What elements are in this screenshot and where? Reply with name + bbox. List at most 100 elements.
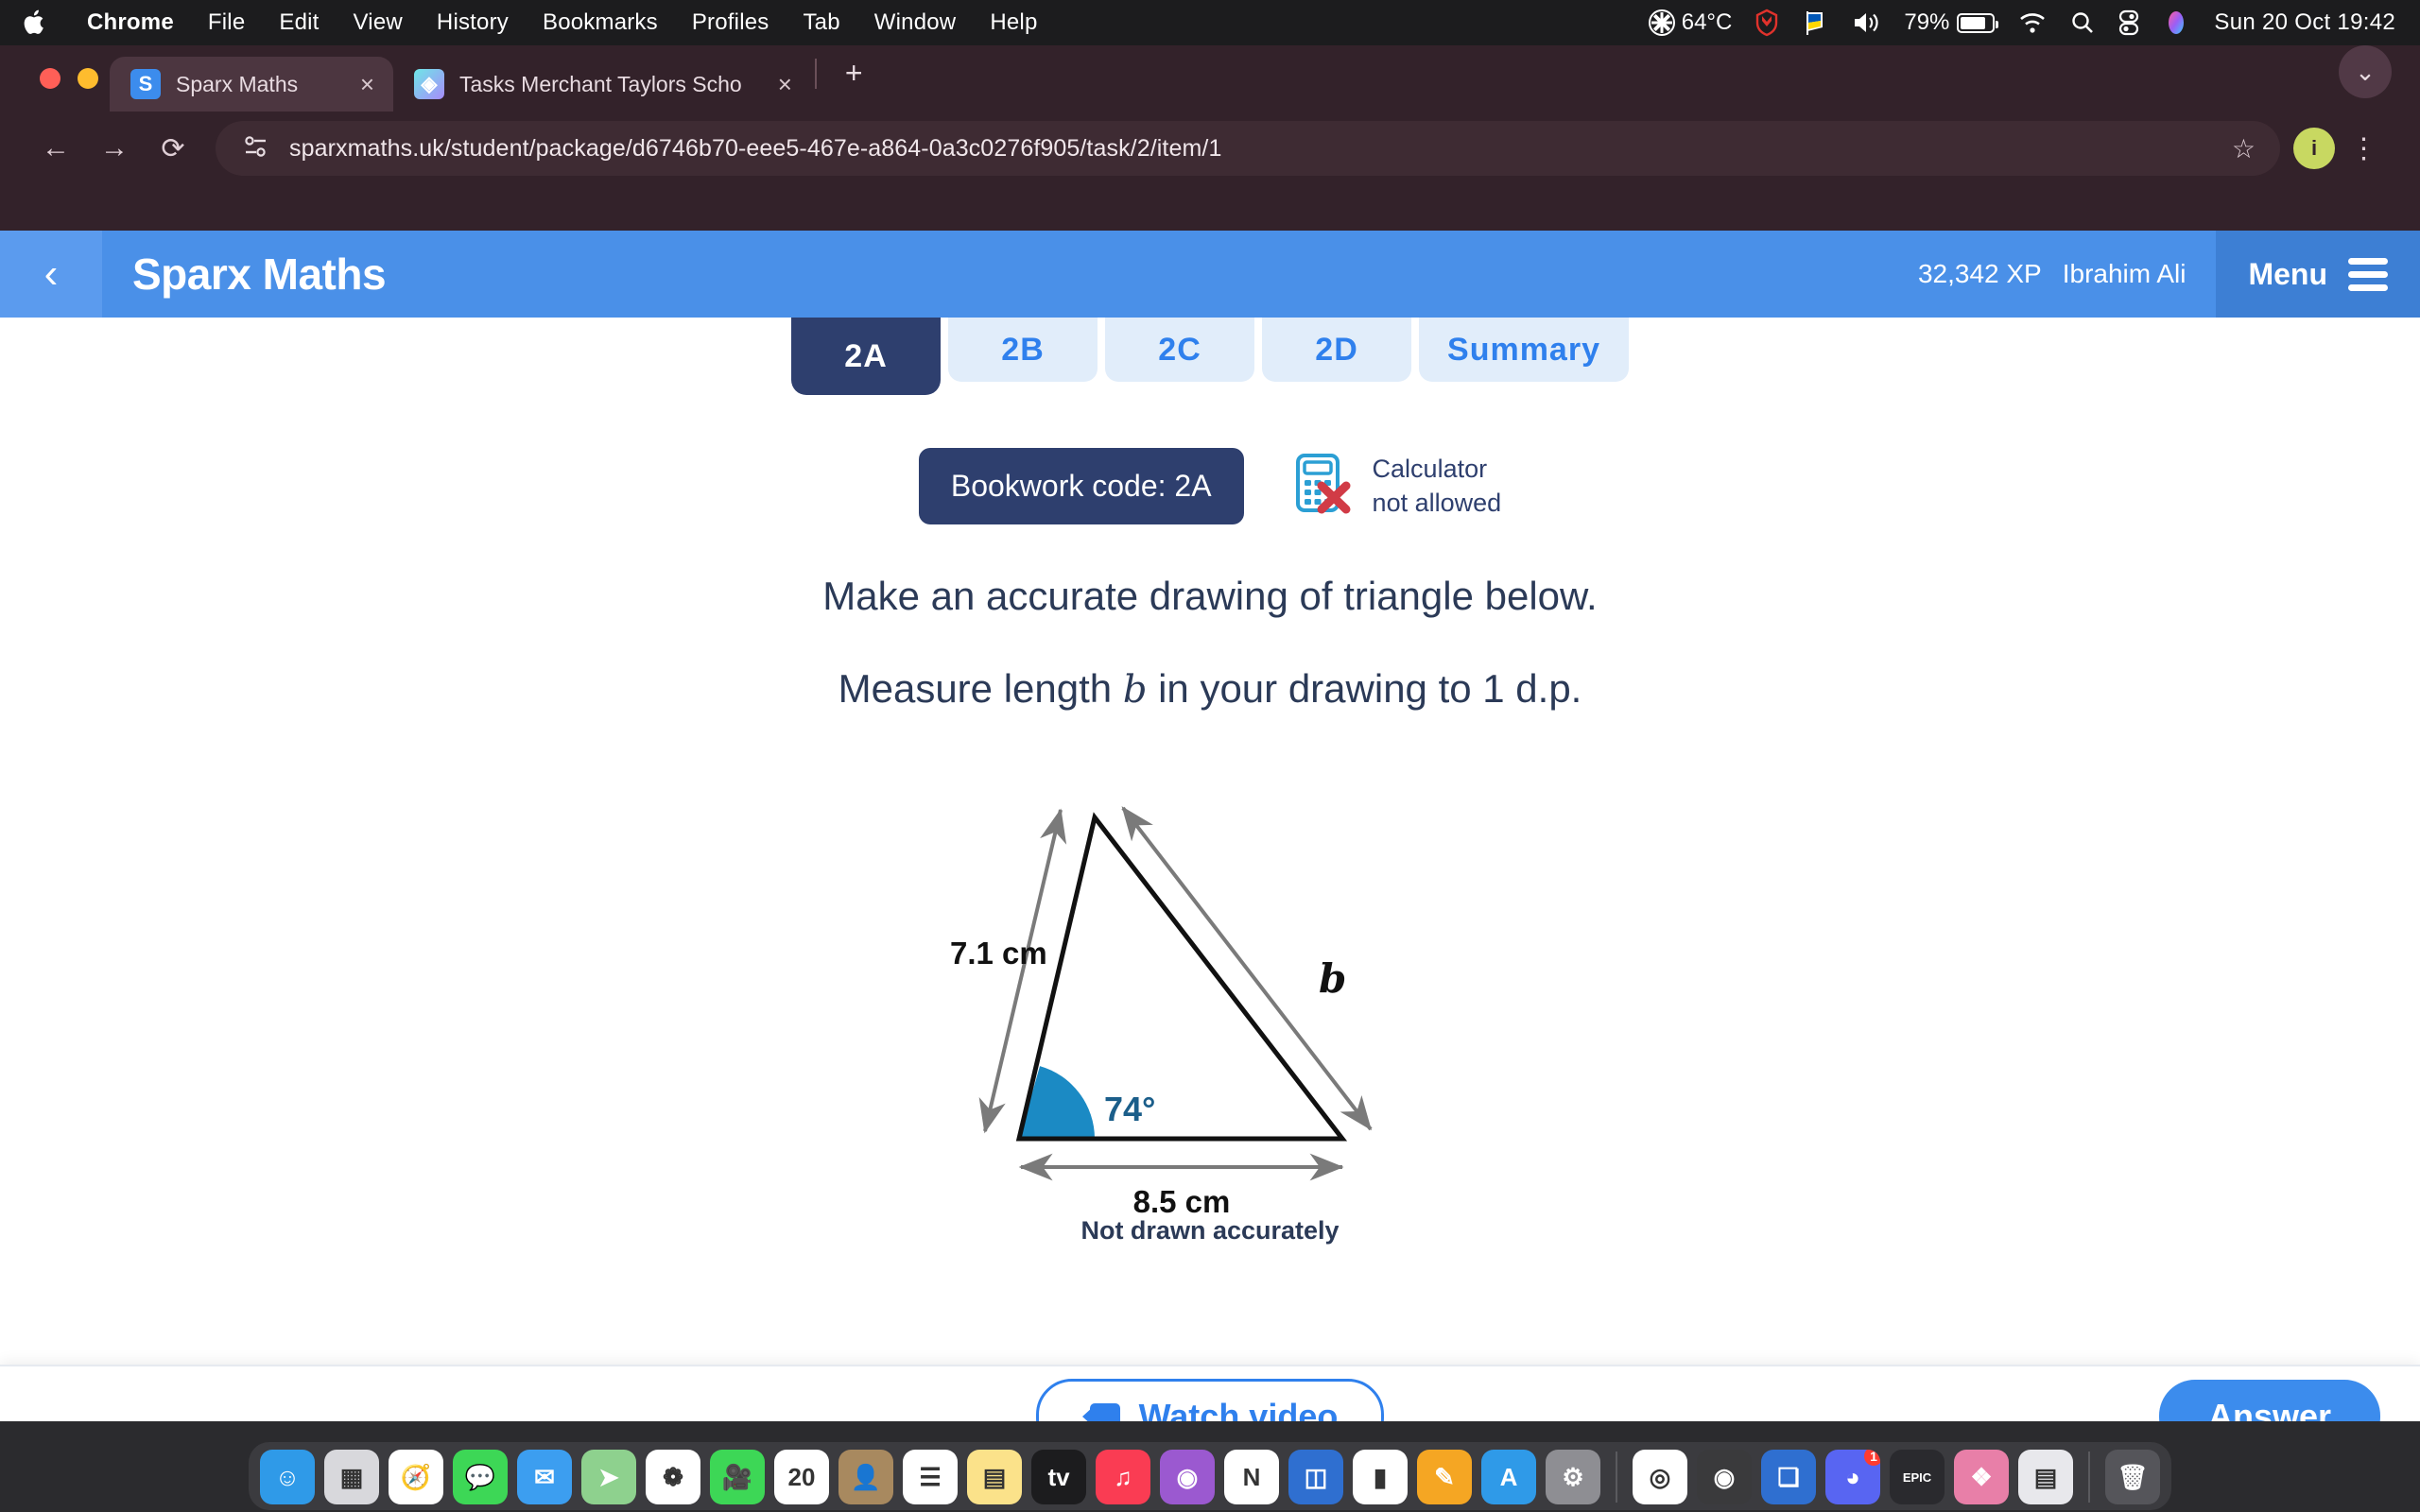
page-settings-icon[interactable] [240, 132, 272, 165]
menu-item-chrome[interactable]: Chrome [70, 9, 191, 36]
menu-item-help[interactable]: Help [973, 9, 1054, 36]
dock-badge: 1 [1864, 1450, 1880, 1466]
menu-item-file[interactable]: File [191, 9, 262, 36]
right-side-label: b [1319, 955, 1346, 1002]
close-tab-icon[interactable]: × [757, 70, 792, 99]
dock-item-chrome[interactable]: ◎ [1633, 1450, 1687, 1504]
wifi-icon[interactable] [2006, 10, 2059, 35]
menu-button[interactable]: Menu [2216, 231, 2420, 318]
address-bar[interactable]: sparxmaths.uk/student/package/d6746b70-e… [216, 121, 2280, 176]
dock-item-calendar[interactable]: 20 [774, 1450, 829, 1504]
menu-item-bookmarks[interactable]: Bookmarks [526, 9, 675, 36]
dock-item-documents[interactable]: ▤ [2018, 1450, 2073, 1504]
bookmark-star-icon[interactable]: ☆ [2232, 133, 2256, 164]
dock-item-epic-games[interactable]: EPIC [1890, 1450, 1945, 1504]
chevron-down-icon[interactable]: ⌄ [2339, 45, 2392, 98]
macos-menu-bar: Chrome File Edit View History Bookmarks … [0, 0, 2420, 45]
browser-tab-tasks-merchant-taylors[interactable]: ◈ Tasks Merchant Taylors Scho × [393, 57, 811, 112]
dock-item-camera[interactable]: ◉ [1697, 1450, 1752, 1504]
angle-label: 74° [1104, 1090, 1155, 1128]
menu-item-window[interactable]: Window [857, 9, 974, 36]
dock-item-safari[interactable]: 🧭 [389, 1450, 443, 1504]
dock-item-podcasts[interactable]: ◉ [1160, 1450, 1215, 1504]
calculator-line-2: not allowed [1372, 488, 1502, 517]
dock-item-windows-app[interactable]: ❏ [1761, 1450, 1816, 1504]
tab-2d[interactable]: 2D [1262, 318, 1412, 382]
menu-button-label: Menu [2248, 256, 2327, 291]
menu-item-view[interactable]: View [337, 9, 420, 36]
browser-toolbar: ← → ⟳ sparxmaths.uk/student/package/d674… [0, 112, 2420, 185]
close-tab-icon[interactable]: × [339, 70, 374, 99]
dock-item-mail[interactable]: ✉ [517, 1450, 572, 1504]
tab-summary[interactable]: Summary [1419, 318, 1629, 382]
browser-tab-strip: S Sparx Maths × ◈ Tasks Merchant Taylors… [0, 45, 2420, 112]
new-tab-button[interactable]: + [821, 56, 888, 102]
tab-2b[interactable]: 2B [948, 318, 1098, 382]
app-back-button[interactable]: ‹ [0, 231, 102, 318]
control-center-icon[interactable] [2106, 9, 2152, 36]
question-content: 2A 2B 2C 2D Summary Bookwork code: 2A Ca… [0, 318, 2420, 1467]
dock-item-news[interactable]: N [1224, 1450, 1279, 1504]
user-name[interactable]: Ibrahim Ali [2063, 259, 2217, 289]
question-variable-b: b [1122, 668, 1148, 712]
temperature-value: 64°C [1681, 9, 1733, 35]
profile-avatar[interactable]: i [2293, 128, 2335, 169]
dock-item-reminders[interactable]: ☰ [903, 1450, 958, 1504]
dock-item-keynote[interactable]: ◫ [1288, 1450, 1343, 1504]
dock-item-contacts[interactable]: 👤 [838, 1450, 893, 1504]
close-window-button[interactable] [40, 68, 60, 89]
cpu-temperature-indicator[interactable]: 64°C [1637, 9, 1744, 36]
dock-item-music[interactable]: ♫ [1096, 1450, 1150, 1504]
question-tabs: 2A 2B 2C 2D Summary [0, 318, 2420, 395]
menu-item-tab[interactable]: Tab [786, 9, 856, 36]
bookwork-code-badge: Bookwork code: 2A [918, 448, 1244, 524]
menu-item-edit[interactable]: Edit [262, 9, 336, 36]
dock-item-discord[interactable]: ◕ 1 [1825, 1450, 1880, 1504]
calculator-line-1: Calculator [1372, 454, 1488, 483]
dock-item-preview[interactable]: ❖ [1954, 1450, 2009, 1504]
menu-bar-left: Chrome File Edit View History Bookmarks … [0, 7, 1055, 39]
calculator-text: Calculator not allowed [1373, 453, 1502, 520]
siri-icon[interactable] [2152, 9, 2201, 36]
dock-separator [2088, 1452, 2090, 1503]
dock-item-tv[interactable]: tv [1031, 1450, 1086, 1504]
hamburger-icon [2348, 257, 2388, 291]
dock-item-facetime[interactable]: 🎥 [710, 1450, 765, 1504]
search-icon[interactable] [2059, 10, 2106, 35]
back-button[interactable]: ← [26, 119, 85, 178]
dock-item-photos[interactable]: ❁ [646, 1450, 700, 1504]
macos-dock: ☺ ▦ 🧭 💬 ✉ ➤ ❁ 🎥 20 👤 ☰ ▤ tv ♫ ◉ N ◫ ▮ ✎ A ⚙ ◎ ◉ ❏ ◕ 1 EPIC ❖ ▤ 🗑 [0, 1421, 2420, 1512]
reload-button[interactable]: ⟳ [144, 119, 202, 178]
menu-item-profiles[interactable]: Profiles [675, 9, 786, 36]
menu-item-history[interactable]: History [420, 9, 526, 36]
shield-icon[interactable] [1743, 9, 1790, 37]
dock-item-pages[interactable]: ✎ [1417, 1450, 1472, 1504]
url-text: sparxmaths.uk/student/package/d6746b70-e… [289, 134, 1222, 162]
dock-item-trash[interactable]: 🗑 [2105, 1450, 2160, 1504]
left-side-label: 7.1 cm [950, 936, 1047, 971]
tab-2a[interactable]: 2A [791, 318, 942, 395]
minimize-window-button[interactable] [78, 68, 98, 89]
question-meta-row: Bookwork code: 2A Calculator not allowed [0, 448, 2420, 524]
dock-item-finder[interactable]: ☺ [260, 1450, 315, 1504]
tab-2c[interactable]: 2C [1105, 318, 1255, 382]
apple-logo-icon[interactable] [21, 7, 49, 39]
tab-divider [814, 59, 817, 89]
forward-button[interactable]: → [85, 119, 144, 178]
dock-item-numbers[interactable]: ▮ [1353, 1450, 1408, 1504]
dock-item-maps[interactable]: ➤ [581, 1450, 636, 1504]
sparx-favicon: S [130, 69, 161, 99]
browser-tab-title: Tasks Merchant Taylors Scho [459, 71, 742, 96]
dock-item-messages[interactable]: 💬 [453, 1450, 508, 1504]
volume-icon[interactable] [1840, 9, 1893, 36]
dock-container: ☺ ▦ 🧭 💬 ✉ ➤ ❁ 🎥 20 👤 ☰ ▤ tv ♫ ◉ N ◫ ▮ ✎ A ⚙ ◎ ◉ ❏ ◕ 1 EPIC ❖ ▤ 🗑 [249, 1442, 2171, 1510]
dock-item-notes[interactable]: ▤ [967, 1450, 1022, 1504]
menu-bar-clock[interactable]: Sun 20 Oct 19:42 [2201, 9, 2395, 36]
browser-tab-sparx-maths[interactable]: S Sparx Maths × [110, 57, 393, 112]
chrome-menu-button[interactable]: ⋮ [2335, 119, 2394, 178]
dock-item-app-store[interactable]: A [1481, 1450, 1536, 1504]
flag-icon[interactable] [1790, 9, 1840, 37]
dock-item-settings[interactable]: ⚙ [1546, 1450, 1600, 1504]
dock-item-launchpad[interactable]: ▦ [324, 1450, 379, 1504]
battery-indicator[interactable]: 79% [1893, 9, 2006, 36]
